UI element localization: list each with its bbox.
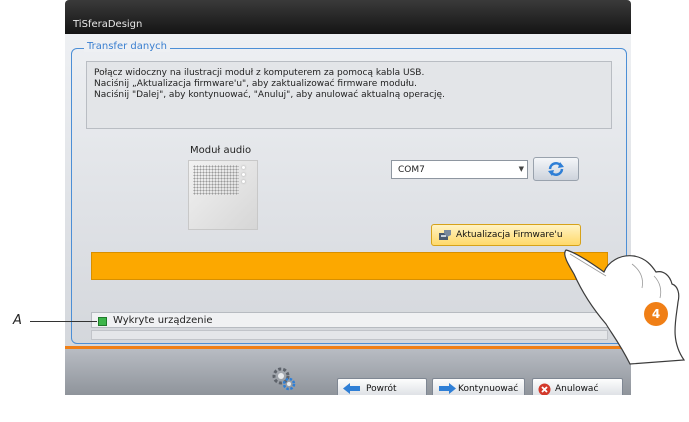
arrow-right-icon <box>439 383 456 394</box>
window-title: TiSferaDesign <box>73 19 143 30</box>
callout-label: A <box>13 313 22 328</box>
instruction-line-2: Naciśnij „Aktualizacja firmware'u", aby … <box>94 79 417 89</box>
device-status-text: Wykryte urządzenie <box>113 315 213 326</box>
callout-line <box>30 321 97 322</box>
group-label: Transfer danych <box>84 41 170 52</box>
main-panel: Transfer danych Połącz widoczny na ilust… <box>65 34 631 346</box>
device-status: Wykryte urządzenie <box>91 312 608 328</box>
cancel-button-label: Anulować <box>555 384 599 394</box>
status-subbar <box>91 330 608 340</box>
module-leds <box>242 166 245 187</box>
speaker-grille <box>193 165 239 195</box>
footer-bar: Powrót Kontynuować Anulować <box>65 349 631 395</box>
cancel-icon <box>538 383 551 395</box>
next-button[interactable]: Kontynuować <box>432 378 525 395</box>
firmware-update-label: Aktualizacja Firmware'u <box>456 230 563 240</box>
audio-module-image <box>188 160 258 230</box>
refresh-button[interactable] <box>533 157 579 181</box>
back-button[interactable]: Powrót <box>337 378 427 395</box>
title-bar: TiSferaDesign <box>65 0 631 34</box>
instructions-box: Połącz widoczny na ilustracji moduł z ko… <box>86 61 612 129</box>
back-button-label: Powrót <box>366 384 397 394</box>
cancel-button[interactable]: Anulować <box>532 378 623 395</box>
arrow-left-icon <box>343 383 360 394</box>
next-button-label: Kontynuować <box>458 384 519 394</box>
gear-icon <box>272 367 296 391</box>
port-select[interactable]: COM7 ▼ <box>391 160 528 179</box>
port-select-value: COM7 <box>398 165 425 175</box>
refresh-icon <box>548 162 564 176</box>
progress-bar <box>91 252 608 280</box>
chevron-down-icon[interactable]: ▼ <box>519 165 524 173</box>
step-badge: 4 <box>644 302 668 326</box>
instruction-line-1: Połącz widoczny na ilustracji moduł z ko… <box>94 68 425 78</box>
pointing-hand-icon <box>564 249 686 365</box>
module-label: Moduł audio <box>190 145 252 156</box>
app-window: TiSferaDesign Transfer danych Połącz wid… <box>65 0 631 395</box>
instruction-line-3: Naciśnij "Dalej", aby kontynuować, "Anul… <box>94 90 445 100</box>
status-led-icon <box>98 317 107 326</box>
firmware-update-button[interactable]: Aktualizacja Firmware'u <box>431 224 581 246</box>
firmware-icon <box>439 230 451 240</box>
